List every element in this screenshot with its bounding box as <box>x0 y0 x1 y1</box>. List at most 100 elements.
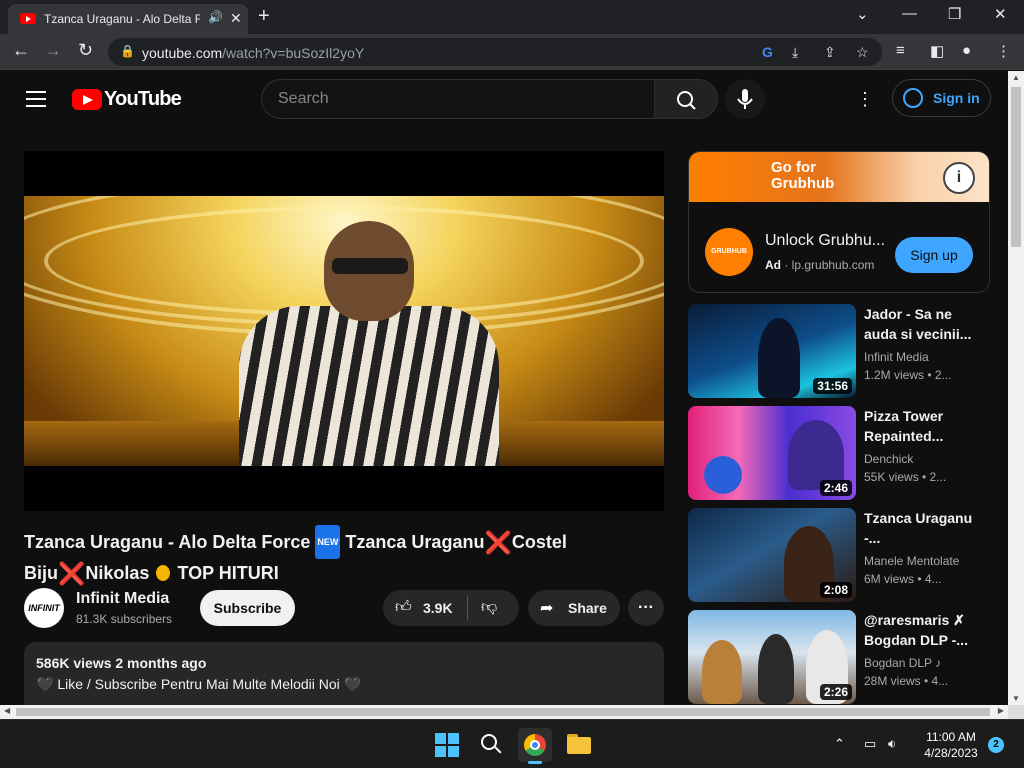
url-text: youtube.com/watch?v=buSozIl2yoY <box>142 45 365 61</box>
menu-icon[interactable] <box>26 91 46 107</box>
subscriber-count: 81.3K subscribers <box>76 612 173 626</box>
minimize-button[interactable]: — <box>902 5 917 22</box>
more-actions-button[interactable]: ··· <box>628 590 664 626</box>
video-duration: 31:56 <box>813 378 852 394</box>
account-icon <box>903 88 923 108</box>
scroll-up-arrow-icon[interactable]: ▲ <box>1012 73 1020 82</box>
tab-search-icon[interactable]: ⌄ <box>856 5 869 23</box>
video-thumbnail[interactable]: 31:56 <box>688 304 856 398</box>
video-thumbnail[interactable]: 2:26 <box>688 610 856 704</box>
subscribe-button[interactable]: Subscribe <box>200 590 295 626</box>
channel-name[interactable]: Infinit Media <box>864 350 929 364</box>
back-button[interactable]: ← <box>12 40 30 61</box>
video-title[interactable]: Pizza Tower Repainted... <box>864 406 984 446</box>
medal-icon <box>156 565 171 581</box>
active-indicator <box>528 761 542 764</box>
video-title[interactable]: Tzanca Uraganu -... <box>864 508 984 548</box>
youtube-logo-icon[interactable] <box>72 89 102 110</box>
scroll-left-arrow-icon[interactable]: ◀ <box>4 706 10 715</box>
tab-title: Tzanca Uraganu - Alo Delta F <box>44 12 200 26</box>
ad-signup-button[interactable]: Sign up <box>895 237 973 273</box>
browser-toolbar: ← → ↻ 🔒 youtube.com/watch?v=buSozIl2yoY … <box>0 34 1024 70</box>
video-player[interactable] <box>24 151 664 511</box>
lock-icon[interactable]: 🔒 <box>120 44 135 58</box>
show-hidden-icons-icon[interactable]: ⌃ <box>834 736 845 752</box>
scroll-down-arrow-icon[interactable]: ▼ <box>1012 694 1020 703</box>
sign-in-label: Sign in <box>933 90 980 106</box>
sponsored-ad[interactable]: Go for Grubhub i GRUBHUB Unlock Grubhu..… <box>688 151 990 293</box>
like-count[interactable]: 3.9K <box>423 600 453 616</box>
speaker-icon[interactable]: 🔊 <box>208 10 223 24</box>
network-icon[interactable]: ▭ <box>864 736 876 752</box>
share-icon: ➦ <box>540 600 554 617</box>
media-control-icon[interactable]: ≡ <box>896 42 905 59</box>
vertical-scrollbar[interactable]: ▲ ▼ <box>1008 71 1024 705</box>
reload-button[interactable]: ↻ <box>78 40 93 61</box>
channel-name[interactable]: Infinit Media <box>76 590 169 608</box>
video-title[interactable]: @raresmaris ✗ Bogdan DLP -... <box>864 610 984 650</box>
youtube-favicon-icon <box>20 13 36 24</box>
share-button[interactable]: ➦ Share <box>528 590 620 626</box>
description-box[interactable]: 586K views 2 months ago 🖤 Like / Subscri… <box>24 642 664 705</box>
recommended-video[interactable]: 31:56 Jador - Sa ne auda si vecinii... I… <box>688 304 998 400</box>
recommended-video[interactable]: 2:08 Tzanca Uraganu -... Manele Mentolat… <box>688 508 998 604</box>
settings-menu-icon[interactable]: ⋮ <box>856 89 874 110</box>
ad-banner-text: Go for Grubhub <box>771 159 835 192</box>
view-count: 6M views • 4... <box>864 572 942 586</box>
search-input[interactable]: Search <box>261 79 655 119</box>
new-tab-button[interactable]: + <box>258 5 270 28</box>
info-icon[interactable]: i <box>943 162 975 194</box>
like-button[interactable]: 👍︎ <box>395 598 412 617</box>
view-count: 28M views • 4... <box>864 674 949 688</box>
ad-title[interactable]: Unlock Grubhu... <box>765 232 885 250</box>
start-button[interactable] <box>430 728 464 762</box>
channel-name[interactable]: Manele Mentolate <box>864 554 959 568</box>
windows-taskbar: ⌃ ▭ 🔉︎ 11:00 AM 4/28/2023 2 <box>0 719 1024 768</box>
recommended-video[interactable]: 2:46 Pizza Tower Repainted... Denchick 5… <box>688 406 998 502</box>
restore-button[interactable]: ❐ <box>948 5 961 23</box>
volume-icon[interactable]: 🔉︎ <box>888 736 896 752</box>
youtube-logo-text[interactable]: YouTube <box>104 88 182 111</box>
notification-badge[interactable]: 2 <box>988 737 1004 753</box>
bookmark-star-icon[interactable]: ☆ <box>856 44 869 61</box>
new-badge: NEW <box>315 525 341 559</box>
file-explorer-button[interactable] <box>562 728 596 762</box>
search-taskbar-button[interactable] <box>474 728 508 762</box>
system-clock[interactable]: 11:00 AM 4/28/2023 <box>918 729 984 761</box>
scroll-right-arrow-icon[interactable]: ▶ <box>998 706 1004 715</box>
close-tab-icon[interactable]: ✕ <box>230 10 242 27</box>
channel-avatar[interactable]: INFINIT <box>24 588 64 628</box>
scrollbar-thumb[interactable] <box>16 708 990 716</box>
side-panel-icon[interactable]: ◧ <box>930 42 944 60</box>
channel-name[interactable]: Bogdan DLP ♪ <box>864 656 941 670</box>
video-title[interactable]: Jador - Sa ne auda si vecinii... <box>864 304 984 344</box>
sign-in-button[interactable]: Sign in <box>892 79 991 117</box>
profile-icon[interactable]: ● <box>962 42 971 59</box>
chrome-taskbar-button[interactable] <box>518 728 552 764</box>
scrollbar-thumb[interactable] <box>1011 87 1021 247</box>
folder-icon <box>567 737 591 754</box>
channel-name[interactable]: Denchick <box>864 452 913 466</box>
video-duration: 2:46 <box>819 480 852 496</box>
chrome-menu-icon[interactable]: ⋮ <box>996 42 1011 60</box>
video-thumbnail[interactable]: 2:08 <box>688 508 856 602</box>
grubhub-logo[interactable]: GRUBHUB <box>705 228 753 276</box>
forward-button[interactable]: → <box>44 40 62 61</box>
close-window-button[interactable]: ✕ <box>994 5 1007 23</box>
address-bar[interactable]: 🔒 youtube.com/watch?v=buSozIl2yoY G ⤓ ⇪ … <box>108 38 882 66</box>
browser-tab[interactable]: Tzanca Uraganu - Alo Delta F 🔊 ✕ <box>8 4 248 34</box>
browser-tab-bar: Tzanca Uraganu - Alo Delta F 🔊 ✕ + ⌄ — ❐… <box>0 0 1024 34</box>
install-icon[interactable]: ⤓ <box>792 44 798 61</box>
dislike-button[interactable]: 👎︎ <box>481 598 497 617</box>
video-thumbnail[interactable]: 2:46 <box>688 406 856 500</box>
video-duration: 2:08 <box>819 582 852 598</box>
search-button[interactable] <box>654 79 718 119</box>
recommended-video[interactable]: 2:26 @raresmaris ✗ Bogdan DLP -... Bogda… <box>688 610 998 705</box>
voice-search-button[interactable] <box>725 79 765 119</box>
clock-date: 4/28/2023 <box>924 746 978 760</box>
like-dislike-group: 👍︎ 3.9K 👎︎ <box>383 590 519 626</box>
video-frame <box>24 196 664 466</box>
horizontal-scrollbar[interactable]: ◀ ▶ <box>0 705 1008 719</box>
google-icon[interactable]: G <box>762 44 773 60</box>
share-page-icon[interactable]: ⇪ <box>824 44 836 61</box>
